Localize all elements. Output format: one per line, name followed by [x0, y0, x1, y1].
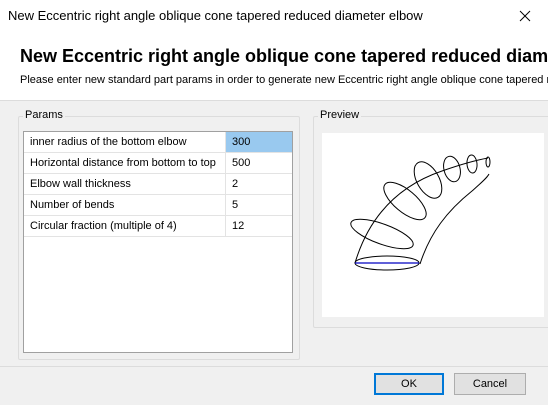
param-value[interactable]: 300: [226, 132, 292, 152]
param-row[interactable]: Circular fraction (multiple of 4) 12: [24, 216, 292, 237]
elbow-preview-image: [350, 154, 491, 271]
param-row[interactable]: inner radius of the bottom elbow 300: [24, 132, 292, 153]
param-row[interactable]: Elbow wall thickness 2: [24, 174, 292, 195]
params-group-label: Params: [23, 109, 65, 121]
close-button[interactable]: [502, 0, 548, 32]
param-name: Number of bends: [24, 195, 226, 215]
param-name: Circular fraction (multiple of 4): [24, 216, 226, 236]
dialog-header: New Eccentric right angle oblique cone t…: [0, 32, 548, 101]
preview-group-label: Preview: [318, 109, 362, 121]
param-value[interactable]: 2: [226, 174, 292, 194]
param-name: inner radius of the bottom elbow: [24, 132, 226, 152]
ok-button[interactable]: OK: [374, 373, 444, 395]
param-value[interactable]: 500: [226, 153, 292, 173]
param-name: Horizontal distance from bottom to top: [24, 153, 226, 173]
page-subtitle: Please enter new standard part params in…: [20, 74, 548, 86]
page-title: New Eccentric right angle oblique cone t…: [20, 46, 548, 66]
param-row[interactable]: Number of bends 5: [24, 195, 292, 216]
window-title: New Eccentric right angle oblique cone t…: [8, 8, 423, 23]
param-value[interactable]: 12: [226, 216, 292, 236]
param-value[interactable]: 5: [226, 195, 292, 215]
title-bar: New Eccentric right angle oblique cone t…: [0, 0, 548, 32]
preview-group: Preview: [313, 109, 548, 328]
close-icon: [519, 10, 531, 22]
param-name: Elbow wall thickness: [24, 174, 226, 194]
params-grid: inner radius of the bottom elbow 300 Hor…: [23, 131, 293, 353]
params-group: Params inner radius of the bottom elbow …: [18, 109, 300, 360]
preview-canvas: [322, 133, 544, 317]
footer-separator: [0, 366, 548, 367]
param-row[interactable]: Horizontal distance from bottom to top 5…: [24, 153, 292, 174]
cancel-button[interactable]: Cancel: [454, 373, 526, 395]
